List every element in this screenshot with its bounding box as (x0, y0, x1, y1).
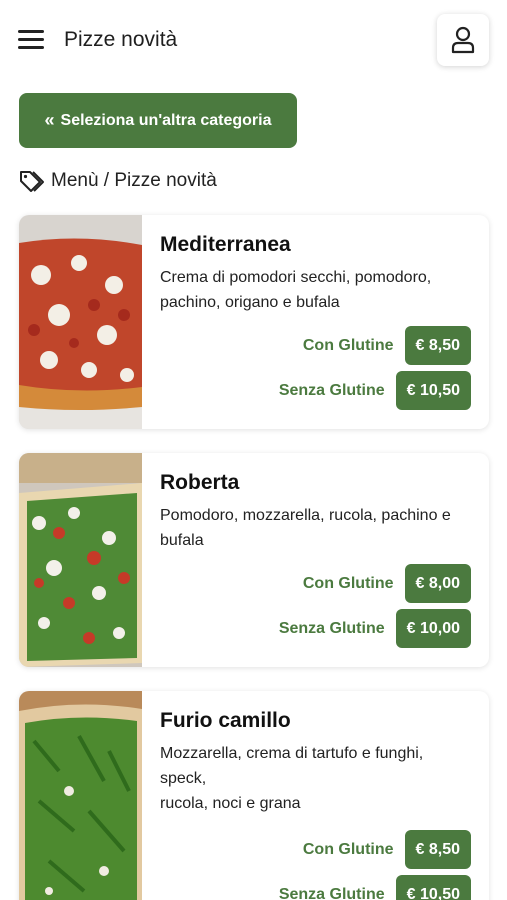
product-card[interactable]: Furio camillo Mozzarella, crema di tartu… (19, 691, 489, 900)
price-badge-gluten-free[interactable]: € 10,00 (395, 609, 471, 648)
user-account-button[interactable] (437, 14, 489, 66)
top-bar: Pizze novità (0, 0, 507, 82)
price-badge-gluten-free[interactable]: € 10,50 (395, 371, 471, 410)
pizza-image (19, 691, 142, 900)
price-label-gluten-free: Senza Glutine (278, 619, 385, 637)
select-category-label: Seleziona un'altra categoria (60, 111, 272, 129)
price-label-gluten-free: Senza Glutine (278, 885, 385, 900)
tags-icon (20, 171, 44, 192)
page-title: Pizze novità (64, 28, 178, 51)
product-card[interactable]: Roberta Pomodoro, mozzarella, rucola, pa… (19, 453, 489, 667)
breadcrumb: Menù / Pizze novità (19, 170, 217, 192)
user-icon (451, 26, 475, 54)
product-description: Crema di pomodori secchi, pomodoro, pach… (160, 269, 432, 311)
price-badge-gluten[interactable]: € 8,50 (404, 326, 471, 365)
product-name: Mediterranea (160, 233, 291, 256)
pizza-image (19, 215, 142, 429)
product-card[interactable]: Mediterranea Crema di pomodori secchi, p… (19, 215, 489, 429)
price-label-gluten: Con Glutine (302, 336, 394, 354)
product-name: Roberta (160, 471, 240, 494)
product-description: Pomodoro, mozzarella, rucola, pachino e … (160, 507, 451, 549)
double-chevron-left-icon: « (44, 110, 55, 130)
price-label-gluten-free: Senza Glutine (278, 381, 385, 399)
price-badge-gluten[interactable]: € 8,00 (404, 564, 471, 603)
product-description-line-1: Mozzarella, crema di tartufo e funghi, s… (160, 745, 424, 787)
select-category-button[interactable]: « Seleziona un'altra categoria (19, 93, 297, 148)
product-description-line-2: rucola, noci e grana (160, 795, 301, 812)
price-label-gluten: Con Glutine (302, 840, 394, 858)
price-label-gluten: Con Glutine (302, 574, 394, 592)
breadcrumb-text: Menù / Pizze novità (51, 170, 217, 191)
price-badge-gluten-free[interactable]: € 10,50 (395, 875, 471, 900)
price-badge-gluten[interactable]: € 8,50 (404, 830, 471, 869)
hamburger-icon[interactable] (18, 28, 44, 52)
pizza-image (19, 453, 142, 667)
product-name: Furio camillo (160, 709, 291, 732)
product-description: Mozzarella, crema di tartufo e funghi, s… (160, 741, 471, 816)
